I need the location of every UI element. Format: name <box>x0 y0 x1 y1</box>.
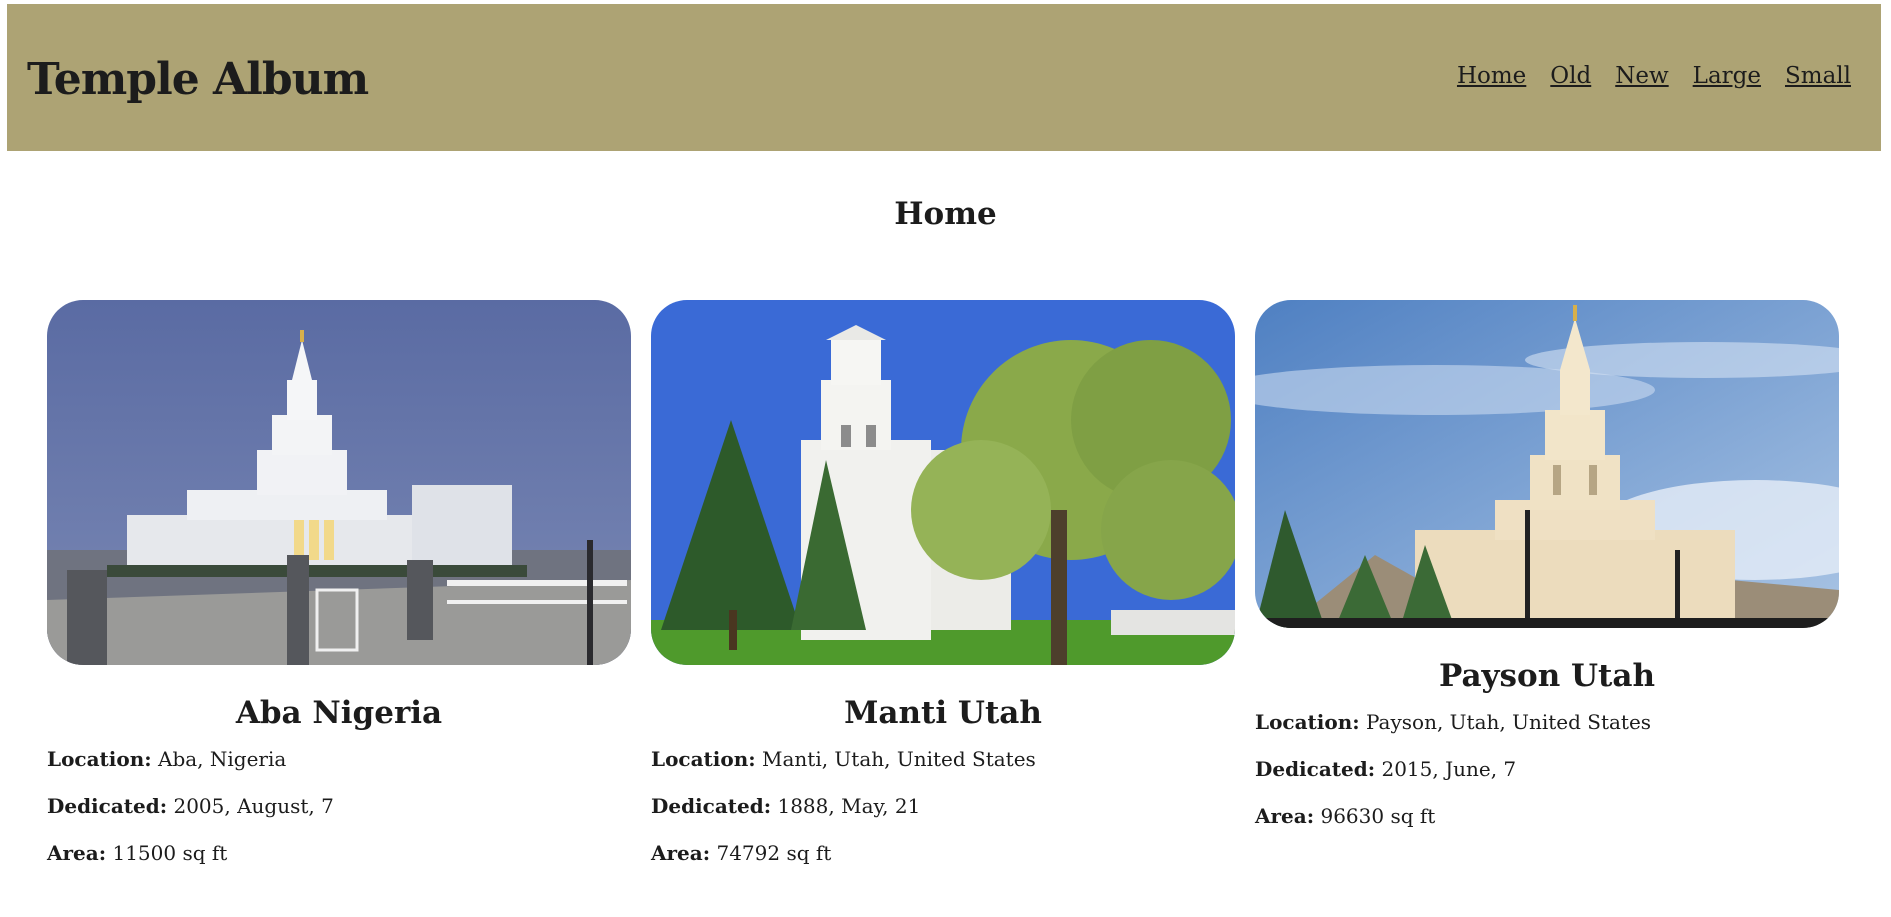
temple-photo <box>651 300 1235 665</box>
site-header: Temple Album Home Old New Large Small <box>7 4 1881 151</box>
temple-area: Area: 11500 sq ft <box>47 841 631 866</box>
temple-card: Aba Nigeria Location: Aba, Nigeria Dedic… <box>47 300 631 888</box>
area-value: 74792 sq ft <box>716 841 832 865</box>
nav-link-old[interactable]: Old <box>1550 63 1591 89</box>
main-nav: Home Old New Large Small <box>1457 63 1851 89</box>
area-label: Area: <box>47 841 107 865</box>
area-label: Area: <box>1255 804 1315 828</box>
dedicated-label: Dedicated: <box>651 794 772 818</box>
dedicated-label: Dedicated: <box>47 794 168 818</box>
location-label: Location: <box>1255 710 1360 734</box>
nav-link-large[interactable]: Large <box>1693 63 1761 89</box>
temple-location: Location: Aba, Nigeria <box>47 747 631 772</box>
nav-link-home[interactable]: Home <box>1457 63 1526 89</box>
page-heading: Home <box>894 196 997 232</box>
dedicated-value: 2005, August, 7 <box>173 794 334 818</box>
dedicated-value: 2015, June, 7 <box>1381 757 1517 781</box>
temple-area: Area: 74792 sq ft <box>651 841 1235 866</box>
location-value: Aba, Nigeria <box>158 747 287 771</box>
site-title: Temple Album <box>27 54 369 105</box>
temple-name: Manti Utah <box>844 695 1042 731</box>
temple-card: Payson Utah Location: Payson, Utah, Unit… <box>1255 300 1839 851</box>
temple-location: Location: Manti, Utah, United States <box>651 747 1235 772</box>
location-value: Payson, Utah, United States <box>1366 710 1652 734</box>
temple-name: Payson Utah <box>1438 658 1656 694</box>
temple-photo <box>1255 300 1839 628</box>
nav-link-new[interactable]: New <box>1615 63 1668 89</box>
location-label: Location: <box>651 747 756 771</box>
nav-link-small[interactable]: Small <box>1785 63 1851 89</box>
location-value: Manti, Utah, United States <box>762 747 1036 771</box>
temple-location: Location: Payson, Utah, United States <box>1255 710 1839 735</box>
temple-card: Manti Utah Location: Manti, Utah, United… <box>651 300 1235 888</box>
dedicated-value: 1888, May, 21 <box>777 794 921 818</box>
area-label: Area: <box>651 841 711 865</box>
area-value: 11500 sq ft <box>112 841 228 865</box>
temple-dedicated: Dedicated: 2015, June, 7 <box>1255 757 1839 782</box>
area-value: 96630 sq ft <box>1320 804 1436 828</box>
temple-dedicated: Dedicated: 1888, May, 21 <box>651 794 1235 819</box>
temple-area: Area: 96630 sq ft <box>1255 804 1839 829</box>
temple-name: Aba Nigeria <box>235 695 443 731</box>
location-label: Location: <box>47 747 152 771</box>
dedicated-label: Dedicated: <box>1255 757 1376 781</box>
temple-dedicated: Dedicated: 2005, August, 7 <box>47 794 631 819</box>
temple-photo <box>47 300 631 665</box>
